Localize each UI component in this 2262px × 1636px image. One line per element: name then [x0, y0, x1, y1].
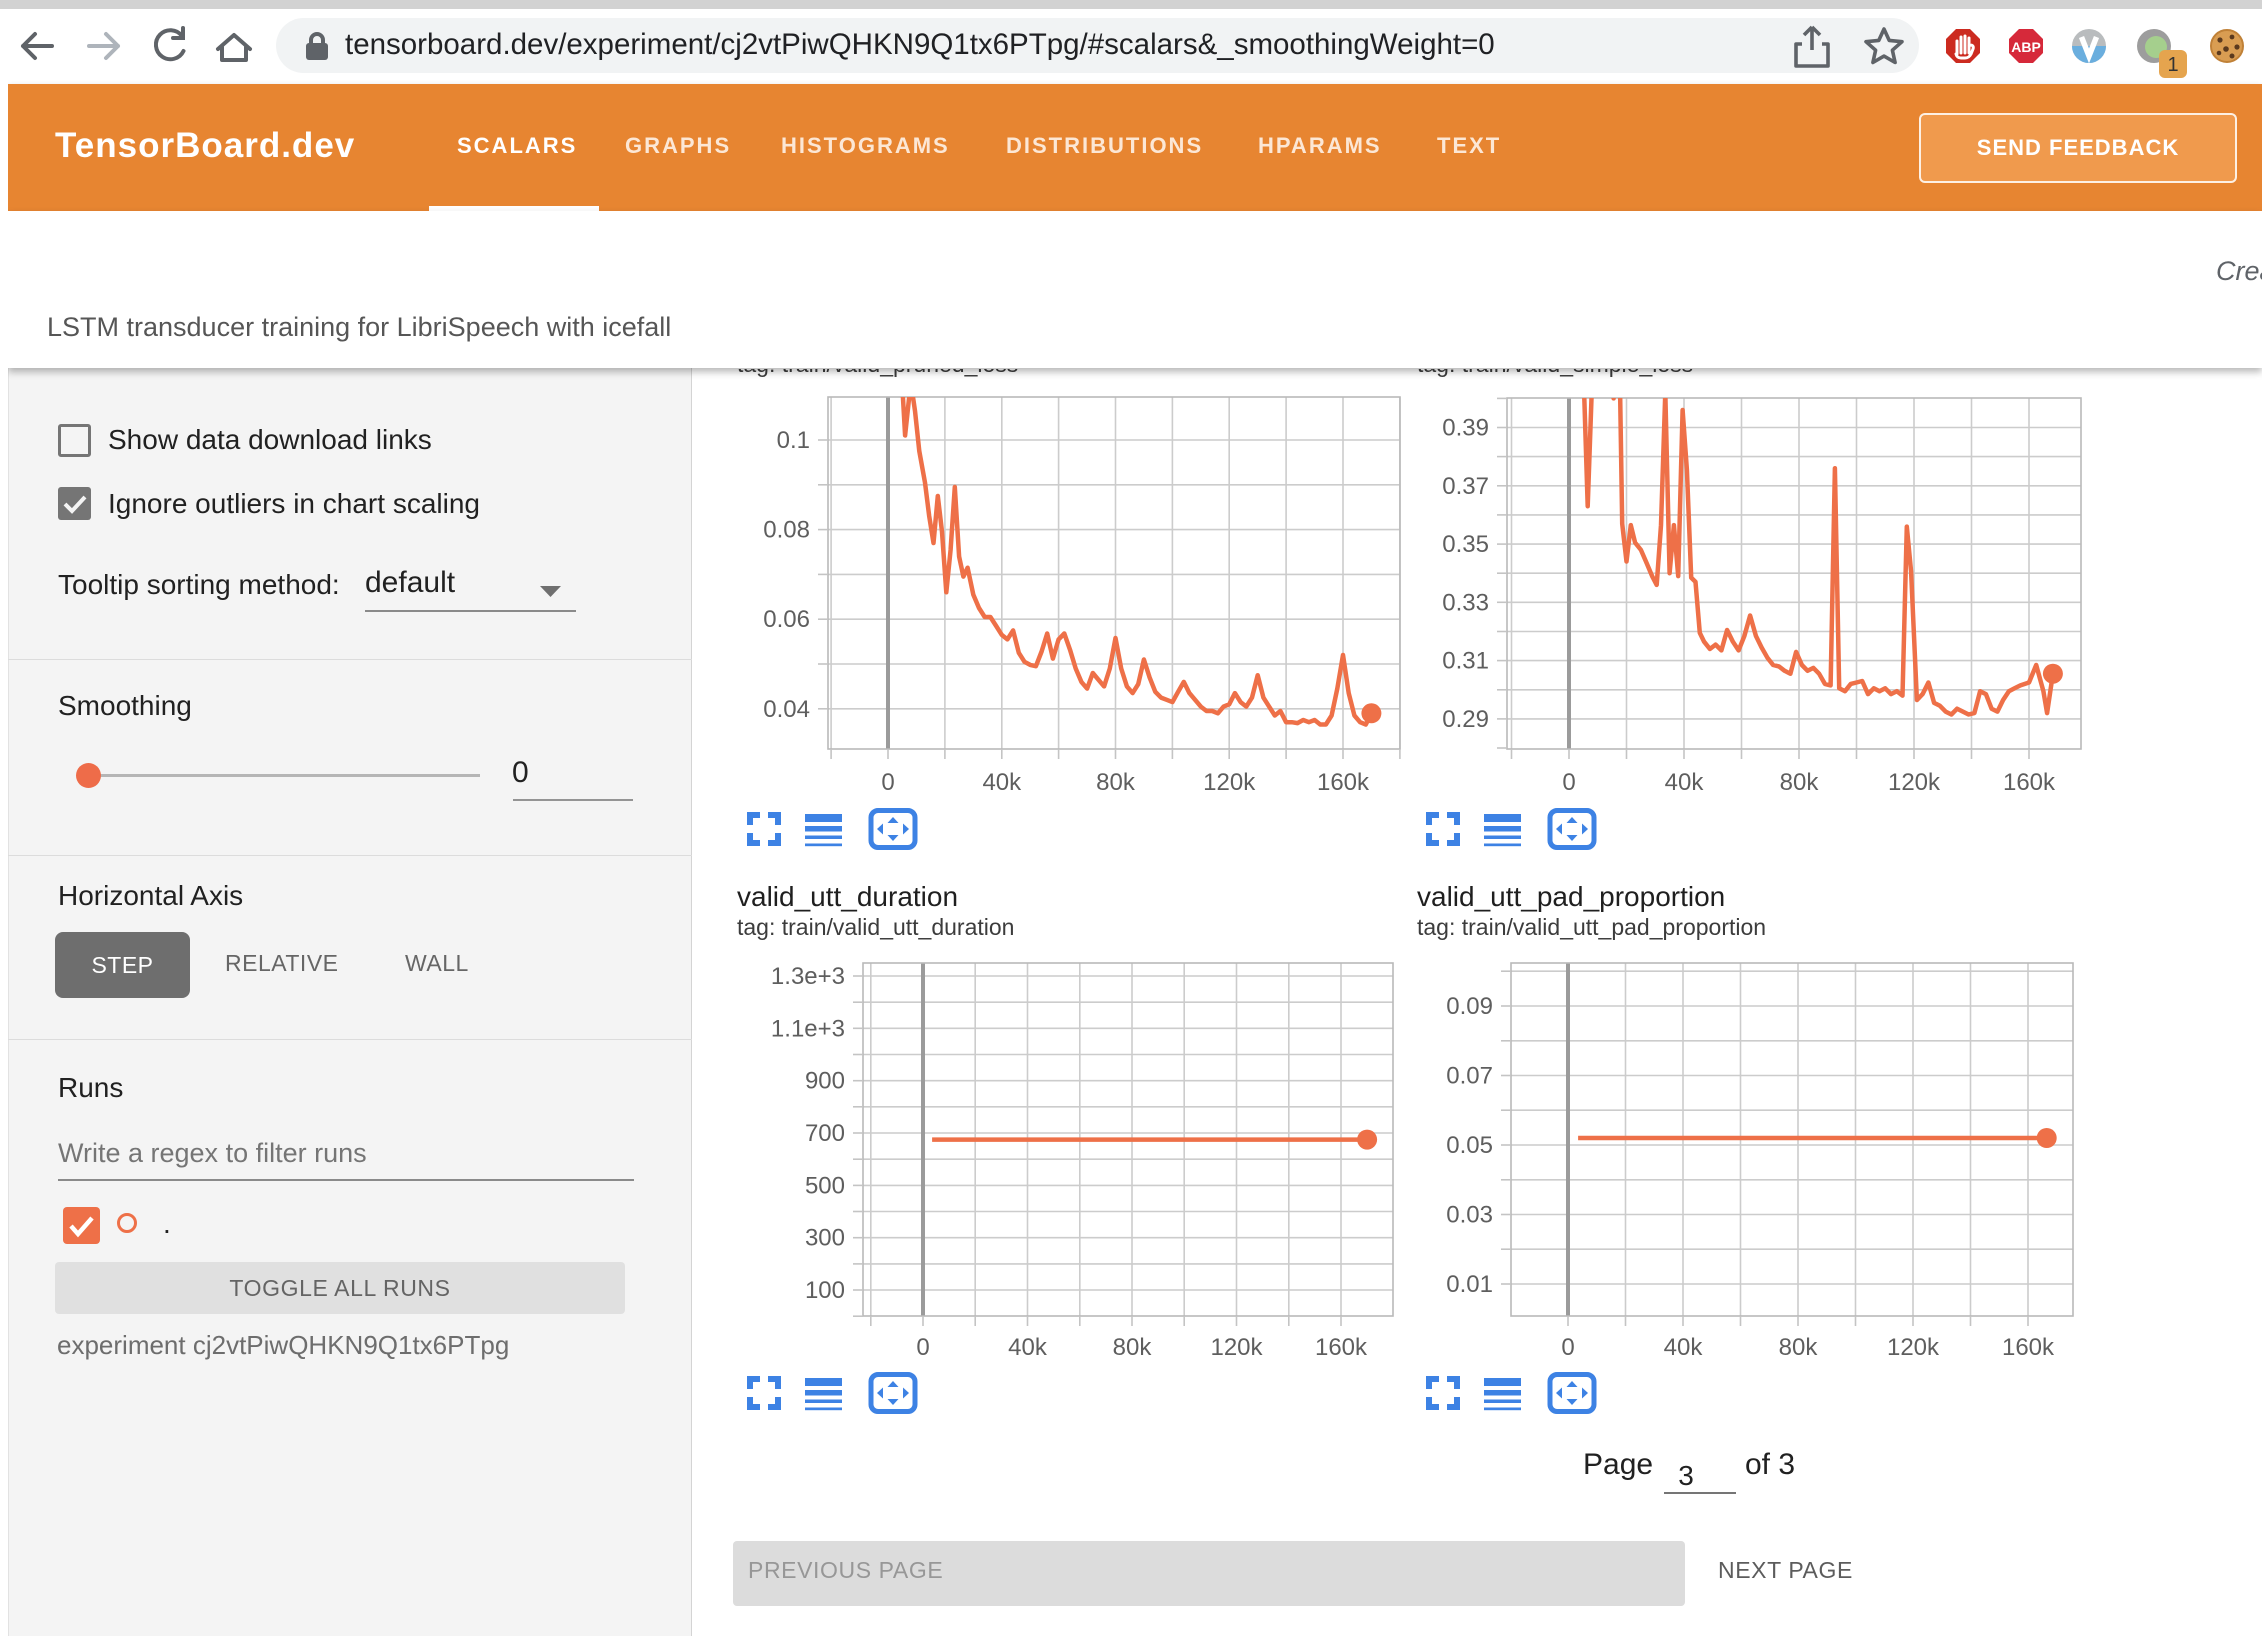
- svg-text:0.09: 0.09: [1446, 993, 1493, 1020]
- svg-text:tag: train/valid_utt_pad_propo: tag: train/valid_utt_pad_proportion: [1417, 914, 1766, 940]
- svg-text:40k: 40k: [1008, 1334, 1048, 1361]
- svg-text:120k: 120k: [1203, 769, 1256, 796]
- svg-text:0.1: 0.1: [777, 427, 810, 454]
- svg-text:1.3e+3: 1.3e+3: [771, 963, 845, 990]
- svg-text:40k: 40k: [1665, 769, 1705, 796]
- svg-text:0.01: 0.01: [1446, 1271, 1493, 1298]
- svg-text:0.33: 0.33: [1442, 589, 1489, 616]
- svg-text:80k: 80k: [1096, 769, 1136, 796]
- svg-text:0: 0: [881, 769, 894, 796]
- svg-text:120k: 120k: [1887, 1334, 1940, 1361]
- svg-text:500: 500: [805, 1172, 845, 1199]
- svg-text:0.31: 0.31: [1442, 648, 1489, 675]
- svg-text:0.08: 0.08: [763, 517, 810, 544]
- svg-text:0.05: 0.05: [1446, 1132, 1493, 1159]
- svg-text:80k: 80k: [1779, 1334, 1819, 1361]
- svg-text:160k: 160k: [2003, 769, 2056, 796]
- svg-text:0: 0: [1562, 769, 1575, 796]
- svg-text:0.35: 0.35: [1442, 531, 1489, 558]
- svg-text:900: 900: [805, 1068, 845, 1095]
- svg-text:valid_utt_duration: valid_utt_duration: [737, 881, 958, 912]
- svg-text:120k: 120k: [1210, 1334, 1263, 1361]
- svg-text:0.03: 0.03: [1446, 1202, 1493, 1229]
- svg-text:300: 300: [805, 1225, 845, 1252]
- svg-text:700: 700: [805, 1120, 845, 1147]
- svg-text:0.37: 0.37: [1442, 473, 1489, 500]
- svg-text:160k: 160k: [1317, 769, 1370, 796]
- svg-text:0.06: 0.06: [763, 606, 810, 633]
- svg-text:80k: 80k: [1113, 1334, 1153, 1361]
- svg-text:1.1e+3: 1.1e+3: [771, 1015, 845, 1042]
- svg-text:0.07: 0.07: [1446, 1063, 1493, 1090]
- svg-text:100: 100: [805, 1277, 845, 1304]
- svg-text:40k: 40k: [982, 769, 1022, 796]
- svg-text:0: 0: [1561, 1334, 1574, 1361]
- svg-text:0: 0: [916, 1334, 929, 1361]
- svg-text:160k: 160k: [2002, 1334, 2055, 1361]
- svg-text:valid_utt_pad_proportion: valid_utt_pad_proportion: [1417, 881, 1725, 912]
- svg-text:0.39: 0.39: [1442, 415, 1489, 442]
- svg-text:160k: 160k: [1315, 1334, 1368, 1361]
- svg-text:tag: train/valid_utt_duration: tag: train/valid_utt_duration: [737, 914, 1014, 940]
- svg-text:0.04: 0.04: [763, 696, 810, 723]
- svg-text:0.29: 0.29: [1442, 706, 1489, 733]
- svg-text:40k: 40k: [1664, 1334, 1704, 1361]
- svg-text:80k: 80k: [1780, 769, 1820, 796]
- svg-text:120k: 120k: [1888, 769, 1941, 796]
